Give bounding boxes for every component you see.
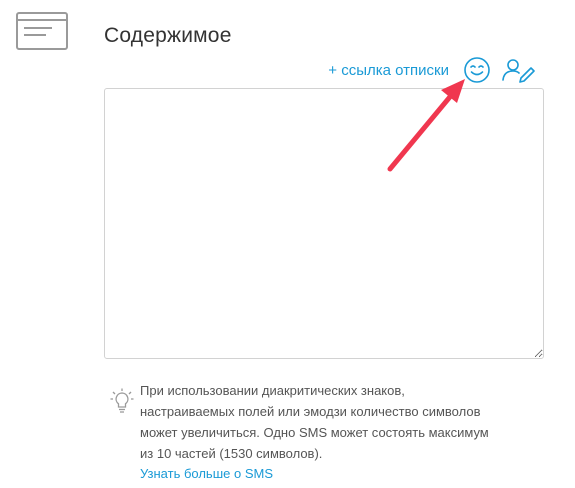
hint-line: может увеличиться. Одно SMS может состоя… <box>140 425 489 440</box>
learn-more-sms-link[interactable]: Узнать больше о SMS <box>140 466 273 481</box>
hint-line: из 10 частей (1530 символов). <box>140 446 323 461</box>
user-edit-icon <box>502 59 535 83</box>
personalize-button[interactable] <box>501 57 535 83</box>
sms-hint: При использовании диакритических знаков,… <box>140 380 560 464</box>
content-editor[interactable] <box>104 88 544 359</box>
message-card-icon <box>16 12 68 50</box>
hint-line: настраиваемых полей или эмодзи количеств… <box>140 404 481 419</box>
editor-toolbar: + ссылка отписки <box>328 55 535 85</box>
smiley-face-icon <box>464 57 490 83</box>
add-unsubscribe-link[interactable]: + ссылка отписки <box>328 62 449 79</box>
hint-line: При использовании диакритических знаков, <box>140 383 405 398</box>
emoji-button[interactable] <box>463 56 491 84</box>
lightbulb-icon <box>110 388 134 413</box>
section-title: Содержимое <box>104 24 232 47</box>
